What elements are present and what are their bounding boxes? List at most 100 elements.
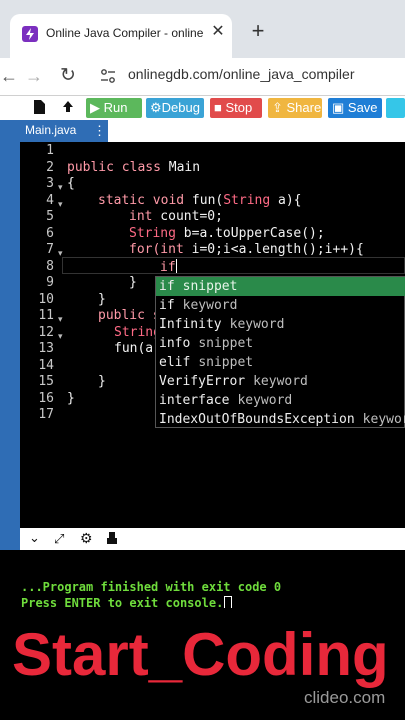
stop-button[interactable]: ■ Stop	[210, 98, 262, 118]
line-number: 1	[46, 143, 54, 158]
autocomplete-item[interactable]: info snippet	[156, 334, 405, 353]
autocomplete-item[interactable]: interface keyword	[156, 391, 405, 410]
bug-icon: ⚙	[150, 100, 162, 115]
code-line-11: public s	[98, 308, 161, 323]
new-tab-icon[interactable]: +	[248, 20, 268, 42]
line-number: 2	[46, 160, 54, 175]
fold-arrow-icon[interactable]: ▾	[58, 182, 63, 193]
url-field[interactable]: onlinegdb.com/online_java_compiler	[128, 66, 398, 86]
code-line-12: String	[114, 325, 161, 340]
code-line-15: }	[98, 374, 106, 389]
code-line-4: static void fun(String a){	[98, 193, 302, 208]
keyword-token: for(int	[129, 242, 184, 257]
code-line-9: }	[129, 275, 137, 290]
new-file-icon[interactable]	[34, 100, 45, 114]
keyword-token: int	[129, 209, 153, 224]
keyword-token: public class	[67, 160, 161, 175]
expand-icon[interactable]: ⤢	[54, 531, 64, 547]
overlay-title: Start_Coding	[12, 621, 389, 688]
code-line-8: if	[160, 259, 177, 275]
autocomplete-item[interactable]: if snippet	[156, 277, 405, 296]
code-line-5: int count=0;	[129, 209, 223, 224]
line-number: 6	[46, 226, 54, 241]
code-token: i=0;i<a.length();i++){	[183, 242, 364, 257]
debug-label: Debug	[161, 100, 200, 115]
line-number: 9	[46, 275, 54, 290]
line-number: 14	[38, 358, 54, 373]
save-button[interactable]: ▣ Save	[328, 98, 382, 118]
stop-icon: ■	[214, 100, 226, 115]
settings-gear-icon[interactable]: ⚙	[80, 530, 93, 547]
fold-arrow-icon[interactable]: ▾	[58, 314, 63, 325]
line-number: 10	[38, 292, 54, 307]
back-arrow-icon[interactable]: ←	[0, 66, 18, 86]
type-token: String	[129, 226, 176, 241]
autocomplete-item[interactable]: IndexOutOfBoundsExceptionkeyword	[156, 410, 405, 429]
line-number: 7	[46, 242, 54, 257]
stop-label: Stop	[225, 100, 253, 115]
code-token: Main	[160, 160, 201, 175]
save-icon: ▣	[332, 100, 348, 115]
line-number: 15	[38, 374, 54, 389]
code-line-3: {	[67, 176, 75, 191]
favicon-icon	[22, 26, 38, 42]
upload-icon[interactable]	[60, 99, 76, 115]
line-number: 13	[38, 341, 54, 356]
collapse-chevron-icon[interactable]: ⌄	[29, 530, 40, 546]
code-token: count=0;	[152, 209, 223, 224]
file-tab-menu-icon[interactable]: ⋮	[93, 123, 106, 139]
reload-icon[interactable]: ↻	[60, 64, 78, 86]
code-token: fun(	[184, 193, 224, 208]
browser-tab[interactable]: Online Java Compiler - online c ✕	[10, 14, 232, 58]
fold-arrow-icon[interactable]: ▾	[58, 199, 63, 210]
play-icon: ▶	[90, 100, 104, 115]
share-icon: ⇪	[272, 100, 287, 115]
console-line: ...Program finished with exit code 0	[21, 580, 282, 594]
line-number: 16	[38, 391, 54, 406]
share-button[interactable]: ⇪ Share	[268, 98, 322, 118]
type-token: String	[223, 193, 271, 208]
line-number: 3	[46, 176, 54, 191]
beautify-button[interactable]	[386, 98, 405, 118]
run-button[interactable]: ▶ Run	[86, 98, 142, 118]
code-line-7: for(int i=0;i<a.length();i++){	[129, 242, 364, 257]
line-number: 17	[38, 407, 54, 422]
autocomplete-item[interactable]: Infinity keyword	[156, 315, 405, 334]
autocomplete-item[interactable]: elif snippet	[156, 353, 405, 372]
code-token: b=a.toUpperCase();	[175, 226, 325, 241]
keyword-token: static void	[98, 193, 185, 208]
editor-toolbar: ▶ Run ⚙Debug ■ Stop ⇪ Share ▣ Save	[0, 96, 405, 120]
autocomplete-item[interactable]: VerifyError keyword	[156, 372, 405, 391]
site-settings-icon[interactable]	[100, 68, 116, 84]
tab-close-icon[interactable]: ✕	[208, 22, 228, 42]
share-label: Share	[286, 100, 322, 115]
line-number: 8	[46, 259, 54, 274]
save-label: Save	[347, 100, 378, 115]
forward-arrow-icon[interactable]: →	[25, 66, 43, 86]
debug-button[interactable]: ⚙Debug	[146, 98, 204, 118]
line-number: 5	[46, 209, 54, 224]
code-line-16: }	[67, 391, 75, 406]
file-tab-label: Main.java	[25, 123, 77, 137]
line-number: 4	[46, 193, 54, 208]
code-line-6: String b=a.toUpperCase();	[129, 226, 325, 241]
line-number: 11	[38, 308, 54, 323]
autocomplete-popup: if snippet if keyword Infinity keyword info…	[155, 276, 405, 428]
code-line-2: public class Main	[67, 160, 200, 175]
code-token: a){	[270, 193, 302, 208]
sidebar-strip	[0, 96, 20, 608]
current-line-highlight	[62, 257, 405, 274]
fold-arrow-icon[interactable]: ▾	[58, 331, 63, 342]
file-tab[interactable]: Main.java ⋮	[20, 120, 108, 142]
line-number: 12	[38, 325, 54, 340]
browser-tab-bar: Online Java Compiler - online c ✕ +	[0, 0, 405, 58]
autocomplete-item[interactable]: if keyword	[156, 296, 405, 315]
fold-arrow-icon[interactable]: ▾	[58, 248, 63, 259]
run-label: Run	[103, 100, 128, 115]
file-tab-row: Main.java ⋮	[20, 120, 405, 142]
text-cursor	[175, 259, 177, 273]
code-line-13: fun(a)	[114, 341, 161, 356]
clear-console-icon[interactable]	[107, 531, 119, 545]
code-line-10: }	[98, 292, 106, 307]
keyword-token: if	[160, 260, 176, 275]
